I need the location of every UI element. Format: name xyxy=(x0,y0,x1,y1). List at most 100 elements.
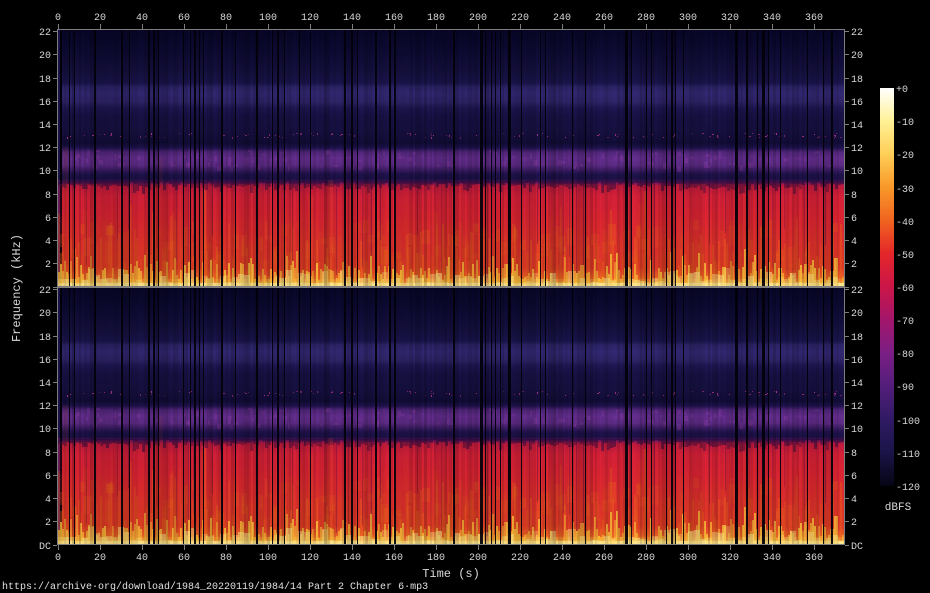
svg-text:-20: -20 xyxy=(896,151,914,162)
svg-text:8: 8 xyxy=(45,191,51,202)
svg-text:6: 6 xyxy=(45,472,51,483)
svg-text:6: 6 xyxy=(851,214,857,225)
svg-text:22: 22 xyxy=(851,286,863,297)
svg-text:14: 14 xyxy=(851,379,863,390)
svg-text:16: 16 xyxy=(39,98,51,109)
svg-text:20: 20 xyxy=(851,51,863,62)
svg-text:Time (s): Time (s) xyxy=(422,567,480,581)
svg-text:2: 2 xyxy=(851,260,857,271)
svg-text:260: 260 xyxy=(595,13,613,24)
svg-text:DC: DC xyxy=(851,542,863,553)
svg-text:22: 22 xyxy=(39,28,51,39)
svg-text:-80: -80 xyxy=(896,350,914,361)
svg-text:6: 6 xyxy=(851,472,857,483)
svg-text:220: 220 xyxy=(511,13,529,24)
svg-text:360: 360 xyxy=(805,13,823,24)
svg-text:18: 18 xyxy=(39,333,51,344)
svg-text:-100: -100 xyxy=(896,417,920,428)
svg-text:260: 260 xyxy=(595,553,613,564)
svg-text:100: 100 xyxy=(259,553,277,564)
svg-text:16: 16 xyxy=(39,356,51,367)
svg-text:240: 240 xyxy=(553,553,571,564)
svg-text:100: 100 xyxy=(259,13,277,24)
svg-text:160: 160 xyxy=(385,13,403,24)
svg-text:10: 10 xyxy=(851,425,863,436)
svg-text:200: 200 xyxy=(469,553,487,564)
svg-text:20: 20 xyxy=(39,51,51,62)
svg-text:18: 18 xyxy=(851,333,863,344)
svg-text:4: 4 xyxy=(851,237,857,248)
svg-text:-50: -50 xyxy=(896,251,914,262)
svg-text:22: 22 xyxy=(851,28,863,39)
svg-text:6: 6 xyxy=(45,214,51,225)
svg-text:8: 8 xyxy=(45,449,51,460)
svg-text:12: 12 xyxy=(39,144,51,155)
svg-text:120: 120 xyxy=(301,13,319,24)
svg-text:+0: +0 xyxy=(896,85,908,96)
svg-text:12: 12 xyxy=(851,144,863,155)
svg-text:dBFS: dBFS xyxy=(885,502,912,514)
svg-text:-40: -40 xyxy=(896,218,914,229)
svg-text:320: 320 xyxy=(721,13,739,24)
svg-text:240: 240 xyxy=(553,13,571,24)
svg-text:340: 340 xyxy=(763,553,781,564)
svg-text:12: 12 xyxy=(851,402,863,413)
svg-text:10: 10 xyxy=(39,425,51,436)
svg-text:2: 2 xyxy=(45,518,51,529)
svg-text:120: 120 xyxy=(301,553,319,564)
svg-text:-120: -120 xyxy=(896,483,920,494)
svg-text:4: 4 xyxy=(45,237,51,248)
svg-text:2: 2 xyxy=(45,260,51,271)
svg-text:300: 300 xyxy=(679,553,697,564)
svg-text:280: 280 xyxy=(637,553,655,564)
svg-text:320: 320 xyxy=(721,553,739,564)
svg-text:140: 140 xyxy=(343,553,361,564)
svg-text:180: 180 xyxy=(427,13,445,24)
svg-text:140: 140 xyxy=(343,13,361,24)
svg-text:360: 360 xyxy=(805,553,823,564)
svg-text:200: 200 xyxy=(469,13,487,24)
svg-text:8: 8 xyxy=(851,449,857,460)
svg-text:12: 12 xyxy=(39,402,51,413)
svg-text:https://archive·org/download/1: https://archive·org/download/1984_202201… xyxy=(2,581,428,593)
svg-text:16: 16 xyxy=(851,98,863,109)
svg-text:DC: DC xyxy=(39,542,51,553)
svg-text:14: 14 xyxy=(39,121,51,132)
svg-text:8: 8 xyxy=(851,191,857,202)
svg-text:0: 0 xyxy=(55,553,61,564)
svg-text:0: 0 xyxy=(55,13,61,24)
svg-text:80: 80 xyxy=(220,553,232,564)
svg-text:-110: -110 xyxy=(896,450,920,461)
svg-text:18: 18 xyxy=(851,75,863,86)
svg-text:340: 340 xyxy=(763,13,781,24)
svg-text:14: 14 xyxy=(851,121,863,132)
svg-text:4: 4 xyxy=(45,495,51,506)
svg-text:20: 20 xyxy=(851,309,863,320)
svg-text:160: 160 xyxy=(385,553,403,564)
svg-text:220: 220 xyxy=(511,553,529,564)
svg-text:-30: -30 xyxy=(896,185,914,196)
svg-text:-10: -10 xyxy=(896,118,914,129)
svg-text:20: 20 xyxy=(39,309,51,320)
svg-text:-90: -90 xyxy=(896,383,914,394)
svg-text:60: 60 xyxy=(178,553,190,564)
svg-text:40: 40 xyxy=(136,13,148,24)
svg-text:22: 22 xyxy=(39,286,51,297)
svg-text:20: 20 xyxy=(94,13,106,24)
svg-text:Frequency (kHz): Frequency (kHz) xyxy=(10,234,24,342)
svg-text:4: 4 xyxy=(851,495,857,506)
svg-text:60: 60 xyxy=(178,13,190,24)
svg-text:40: 40 xyxy=(136,553,148,564)
svg-text:10: 10 xyxy=(851,167,863,178)
svg-text:-70: -70 xyxy=(896,317,914,328)
svg-text:2: 2 xyxy=(851,518,857,529)
svg-text:-60: -60 xyxy=(896,284,914,295)
svg-text:300: 300 xyxy=(679,13,697,24)
svg-text:14: 14 xyxy=(39,379,51,390)
svg-text:280: 280 xyxy=(637,13,655,24)
svg-text:180: 180 xyxy=(427,553,445,564)
svg-text:20: 20 xyxy=(94,553,106,564)
svg-text:18: 18 xyxy=(39,75,51,86)
svg-text:80: 80 xyxy=(220,13,232,24)
svg-text:16: 16 xyxy=(851,356,863,367)
